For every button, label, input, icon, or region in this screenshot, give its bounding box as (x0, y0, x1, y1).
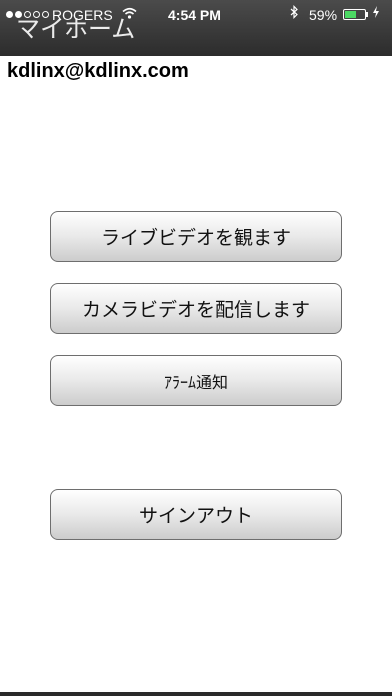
bottom-divider (0, 692, 392, 696)
battery-percent: 59% (309, 7, 338, 23)
sign-out-button[interactable]: サインアウト (50, 489, 342, 540)
alarm-notifications-button[interactable]: ｱﾗｰﾑ通知 (50, 355, 342, 406)
charging-icon (372, 5, 380, 26)
top-bar: ROGERS 4:54 PM 59% マイホーム (0, 0, 392, 56)
stream-camera-video-button[interactable]: カメラビデオを配信します (50, 283, 342, 334)
account-email: kdlinx@kdlinx.com (7, 60, 189, 82)
bluetooth-icon (290, 5, 299, 25)
status-time: 4:54 PM (168, 7, 221, 23)
battery-fill (345, 11, 356, 18)
watch-live-video-button[interactable]: ライブビデオを観ます (50, 211, 342, 262)
battery-icon (343, 9, 366, 20)
battery-nub (366, 12, 368, 17)
page-title: マイホーム (16, 15, 136, 43)
